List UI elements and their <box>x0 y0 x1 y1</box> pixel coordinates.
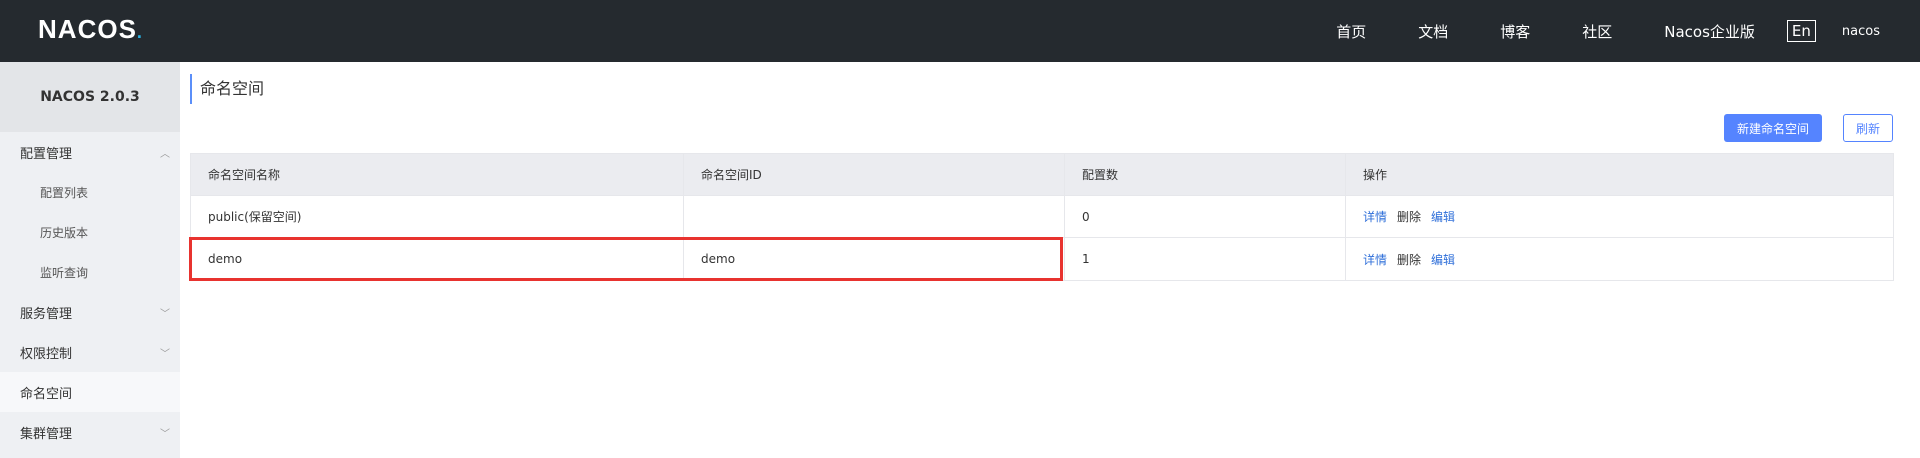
column-header-actions: 操作 <box>1363 168 1388 182</box>
edit-link[interactable]: 编辑 <box>1431 251 1455 268</box>
edit-link[interactable]: 编辑 <box>1431 208 1455 225</box>
detail-link[interactable]: 详情 <box>1363 251 1387 268</box>
column-header-id: 命名空间ID <box>684 154 1065 195</box>
cell-count: 0 <box>1065 196 1346 237</box>
table-row: public(保留空间) 0 详情 删除 编辑 <box>191 196 1893 238</box>
namespace-table: 命名空间名称 命名空间ID 配置数 操作 public(保留空间) 0 详情 删… <box>190 153 1894 281</box>
logo-dot: . <box>136 22 143 42</box>
sidebar-group-label: 命名空间 <box>20 386 73 402</box>
table-header-row: 命名空间名称 命名空间ID 配置数 操作 <box>191 154 1893 196</box>
logo-text-cos: COS <box>77 14 137 44</box>
sidebar-group-label: 权限控制 <box>20 346 73 362</box>
cell-actions: 详情 删除 编辑 <box>1346 196 1893 237</box>
nav-blog[interactable]: 博客 <box>1474 21 1556 42</box>
cell-id: demo <box>684 238 1065 280</box>
sidebar-group-auth[interactable]: 权限控制 ﹀ <box>0 332 180 372</box>
top-navbar: NACOS. 首页 文档 博客 社区 Nacos企业版 En nacos <box>0 0 1920 62</box>
nav-docs[interactable]: 文档 <box>1392 21 1474 42</box>
sidebar-item-history[interactable]: 历史版本 <box>0 212 180 252</box>
sidebar-item-listener[interactable]: 监听查询 <box>0 252 180 292</box>
sidebar-group-label: 集群管理 <box>20 426 73 442</box>
delete-link[interactable]: 删除 <box>1397 208 1421 225</box>
detail-link[interactable]: 详情 <box>1363 208 1387 225</box>
cell-actions: 详情 删除 编辑 <box>1346 238 1893 280</box>
top-nav: 首页 文档 博客 社区 Nacos企业版 En nacos <box>1310 0 1920 62</box>
delete-link[interactable]: 删除 <box>1397 251 1421 268</box>
user-menu[interactable]: nacos <box>1842 24 1880 39</box>
chevron-down-icon: ﹀ <box>160 348 170 360</box>
sidebar-item-namespace[interactable]: 命名空间 <box>0 372 180 412</box>
main-content: 命名空间 新建命名空间 刷新 命名空间名称 命名空间ID 配置数 操作 publ… <box>180 62 1920 458</box>
cell-count: 1 <box>1065 238 1346 280</box>
sidebar-group-cluster[interactable]: 集群管理 ﹀ <box>0 412 180 452</box>
cell-name: demo <box>191 238 684 280</box>
column-header-name: 命名空间名称 <box>191 154 684 195</box>
page-title: 命名空间 <box>190 74 264 104</box>
cell-name: public(保留空间) <box>191 196 684 237</box>
create-namespace-button[interactable]: 新建命名空间 <box>1724 114 1822 142</box>
sidebar-group-service[interactable]: 服务管理 ﹀ <box>0 292 180 332</box>
sidebar-group-label: 服务管理 <box>20 306 73 322</box>
nav-enterprise[interactable]: Nacos企业版 <box>1638 21 1781 42</box>
language-toggle[interactable]: En <box>1786 20 1816 42</box>
chevron-up-icon: ︿ <box>160 148 170 160</box>
refresh-button[interactable]: 刷新 <box>1843 114 1893 142</box>
sidebar-item-config-list[interactable]: 配置列表 <box>0 172 180 212</box>
sidebar: NACOS 2.0.3 配置管理 ︿ 配置列表 历史版本 监听查询 服务管理 ﹀… <box>0 62 180 458</box>
sidebar-group-label: 配置管理 <box>20 146 73 162</box>
version-label: NACOS 2.0.3 <box>0 62 180 132</box>
column-header-count: 配置数 <box>1065 154 1346 195</box>
sidebar-group-config[interactable]: 配置管理 ︿ <box>0 132 180 172</box>
chevron-down-icon: ﹀ <box>160 308 170 320</box>
cell-id <box>684 196 1065 237</box>
chevron-down-icon: ﹀ <box>160 428 170 440</box>
logo-text-na: NA <box>38 14 78 44</box>
table-row: demo demo 1 详情 删除 编辑 <box>191 238 1893 280</box>
nav-home[interactable]: 首页 <box>1310 21 1392 42</box>
scrollbar[interactable] <box>1914 62 1920 458</box>
nav-community[interactable]: 社区 <box>1556 21 1638 42</box>
nacos-logo[interactable]: NACOS. <box>38 14 143 45</box>
